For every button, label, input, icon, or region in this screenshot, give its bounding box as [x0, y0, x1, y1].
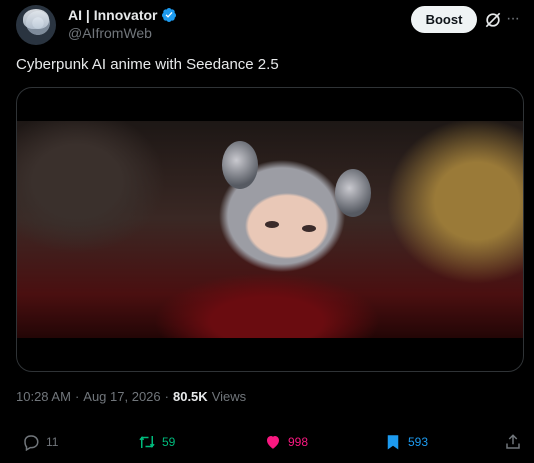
helmet-left — [222, 141, 258, 189]
bookmark-button[interactable]: 593 — [384, 430, 428, 454]
tweet-time[interactable]: 10:28 AM — [16, 389, 71, 404]
reply-icon — [24, 435, 39, 451]
retweet-count: 59 — [162, 435, 176, 449]
reply-button[interactable]: 11 — [22, 430, 58, 454]
author-display-name[interactable]: AI | Innovator — [68, 7, 157, 23]
more-horizontal-icon[interactable]: ··· — [506, 9, 526, 29]
tweet-timestamp[interactable]: 10:28 AM · Aug 17, 2026 · 80.5K Views — [16, 389, 246, 404]
share-icon — [506, 434, 520, 449]
retweet-button[interactable]: 59 — [138, 430, 175, 454]
video-player[interactable] — [16, 87, 524, 372]
eye-right — [302, 225, 316, 232]
bookmark-count: 593 — [408, 435, 429, 449]
views-count: 80.5K — [172, 389, 208, 404]
reply-count: 11 — [46, 435, 59, 449]
author-avatar[interactable] — [16, 5, 56, 45]
grok-icon[interactable] — [483, 10, 503, 30]
views-label: Views — [211, 389, 247, 404]
tweet-text: Cyberpunk AI anime with Seedance 2.5 — [16, 56, 279, 73]
verified-badge-icon — [162, 8, 177, 22]
tweet-date[interactable]: Aug 17, 2026 — [83, 389, 160, 404]
heart-icon — [267, 436, 279, 449]
boost-button[interactable]: Boost — [411, 6, 477, 33]
like-count: 998 — [288, 435, 309, 449]
separator: · — [164, 389, 169, 404]
separator: · — [74, 389, 80, 404]
like-button[interactable]: 998 — [264, 430, 308, 454]
retweet-icon — [139, 436, 155, 448]
author-handle[interactable]: @AIfromWeb — [68, 25, 152, 41]
eye-left — [265, 221, 279, 228]
bookmark-icon — [387, 435, 399, 450]
share-button[interactable] — [504, 430, 522, 454]
author-name-row: AI | Innovator — [68, 6, 177, 24]
video-frame[interactable] — [17, 121, 523, 338]
helmet-right — [335, 169, 371, 217]
action-bar: 11 59 998 593 — [0, 430, 534, 454]
